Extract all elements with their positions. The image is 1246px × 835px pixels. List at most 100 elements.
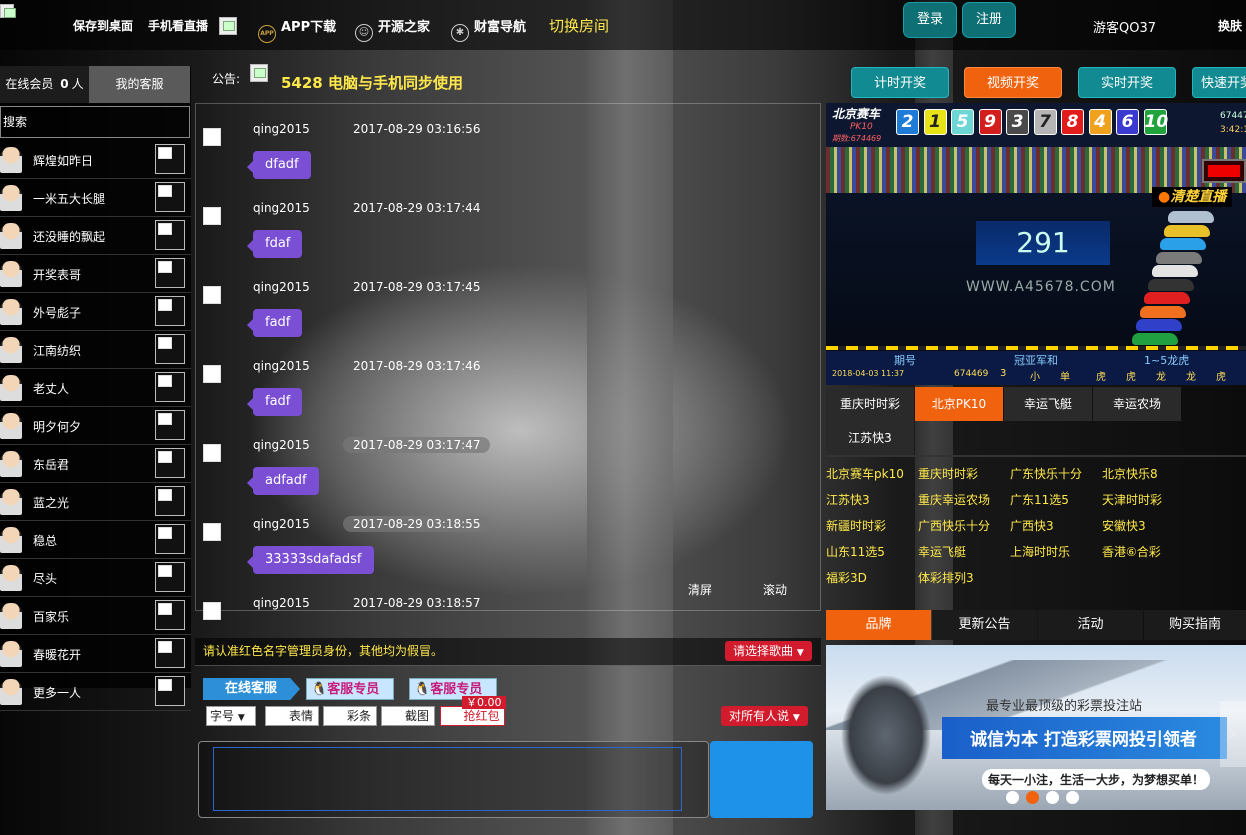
tab-my-service[interactable]: 我的客服 (89, 66, 190, 103)
pk10-logo: 北京赛车 PK10 期数:674469 (832, 107, 882, 143)
chat-message: qing2015 2017-08-29 03:18:55 33333sdafadsf (196, 511, 816, 590)
lottery-link[interactable]: 北京快乐8 (1102, 465, 1158, 482)
source-home-link[interactable]: ☺ 开源之家 (355, 16, 430, 42)
carousel-next-arrow-icon[interactable]: › (1220, 701, 1246, 767)
member-row[interactable]: 百家乐 (0, 597, 191, 635)
message-user[interactable]: qing2015 (253, 280, 310, 294)
lottery-link[interactable]: 体彩排列3 (918, 569, 974, 586)
promo-banner[interactable]: 最专业最顶级的彩票投注站 诚信为本 打造彩票网投引领者 每天一小注，生活一大步，… (826, 645, 1246, 810)
banner-line-2: 诚信为本 打造彩票网投引领者 (970, 730, 1197, 750)
switch-room-link[interactable]: 切换房间 (549, 15, 609, 36)
member-row[interactable]: 蓝之光 (0, 483, 191, 521)
video-draw-button[interactable]: 视频开奖 (964, 67, 1062, 98)
member-row[interactable]: 开奖表哥 (0, 255, 191, 293)
lottery-link[interactable]: 重庆时时彩 (918, 465, 978, 482)
member-level-image (155, 372, 185, 402)
app-download-link[interactable]: APP APP下载 (258, 16, 336, 43)
clear-screen-button[interactable]: 清屏 (688, 581, 712, 598)
emoji-button[interactable]: 表情 (265, 706, 319, 726)
lottery-link[interactable]: 江苏快3 (826, 491, 870, 508)
member-row[interactable]: 稳总 (0, 521, 191, 559)
tab-bj-pk10[interactable]: 北京PK10 (915, 387, 1003, 421)
countdown-time: 3:42:13 (1220, 125, 1246, 135)
tab-purchase-guide[interactable]: 购买指南 (1144, 610, 1246, 640)
register-button[interactable]: 注册 (962, 2, 1016, 38)
lottery-link[interactable]: 广西快3 (1010, 517, 1054, 534)
mobile-live-link[interactable]: 手机看直播 (148, 17, 208, 34)
tab-lucky-airship[interactable]: 幸运飞艇 (1004, 387, 1092, 421)
member-row[interactable]: 还没睡的飘起 (0, 217, 191, 255)
member-row[interactable]: 更多一人 (0, 673, 191, 711)
message-user[interactable]: qing2015 (253, 359, 310, 373)
lottery-link[interactable]: 天津时时彩 (1102, 491, 1162, 508)
lottery-link[interactable]: 北京赛车pk10 (826, 465, 904, 482)
result-ball: 4 (1088, 109, 1112, 135)
tab-announcements[interactable]: 更新公告 (932, 610, 1037, 640)
member-row[interactable]: 尽头 (0, 559, 191, 597)
lottery-link[interactable]: 福彩3D (826, 569, 867, 586)
lottery-link[interactable]: 新疆时时彩 (826, 517, 886, 534)
carousel-dot[interactable] (1006, 791, 1019, 804)
message-avatar (203, 128, 221, 146)
realtime-draw-button[interactable]: 实时开奖 (1078, 67, 1176, 98)
carousel-dot[interactable] (1066, 791, 1079, 804)
tab-online-members[interactable]: 在线会员 0人 (0, 66, 89, 103)
color-bar-button[interactable]: 彩条 (323, 706, 377, 726)
avatar (0, 451, 22, 477)
member-search[interactable]: 搜索 (0, 106, 190, 138)
lottery-link[interactable]: 山东11选5 (826, 543, 885, 560)
lottery-link[interactable]: 广东11选5 (1010, 491, 1069, 508)
lottery-link[interactable]: 香港⑥合彩 (1102, 543, 1161, 560)
choose-song-select[interactable]: 请选择歌曲 ▼ (725, 641, 812, 661)
member-row[interactable]: 明夕何夕 (0, 407, 191, 445)
member-row[interactable]: 江南纺织 (0, 331, 191, 369)
track-lane (826, 346, 1246, 350)
finance-nav-link[interactable]: ✱ 财富导航 (451, 16, 526, 42)
recipient-select[interactable]: 对所有人说 ▼ (721, 706, 808, 726)
online-service-button[interactable]: 在线客服 (203, 678, 300, 700)
service-agent-1-button[interactable]: 🐧客服专员 (306, 678, 394, 700)
skin-switch-link[interactable]: 换肤 (1218, 17, 1242, 34)
send-button[interactable] (710, 741, 813, 818)
login-button[interactable]: 登录 (903, 2, 957, 38)
chat-area[interactable]: qing2015 2017-08-29 03:16:56 dfadf qing2015… (195, 103, 821, 620)
avatar (0, 375, 22, 401)
message-time: 2017-08-29 03:17:45 (353, 280, 481, 294)
lottery-link[interactable]: 广西快乐十分 (918, 517, 990, 534)
message-user[interactable]: qing2015 (253, 201, 310, 215)
tab-js-k3[interactable]: 江苏快3 (826, 421, 914, 455)
message-user[interactable]: qing2015 (253, 438, 310, 452)
member-row[interactable]: 辉煌如昨日 (0, 141, 191, 179)
screenshot-button[interactable]: 截图 (381, 706, 435, 726)
draw-info-bar: 期号 冠亚军和 1~5龙虎 2018-04-03 11:37 674469 3 … (826, 351, 1246, 385)
tab-cq-ssc[interactable]: 重庆时时彩 (826, 387, 914, 421)
carousel-dot-active[interactable] (1026, 791, 1039, 804)
carousel-dot[interactable] (1046, 791, 1059, 804)
lottery-link[interactable]: 幸运飞艇 (918, 543, 966, 560)
race-car (1168, 211, 1214, 223)
scroll-toggle-button[interactable]: 滚动 (763, 581, 787, 598)
lottery-link[interactable]: 安徽快3 (1102, 517, 1146, 534)
tab-brand[interactable]: 品牌 (826, 610, 931, 640)
member-row[interactable]: 老丈人 (0, 369, 191, 407)
qr-code-icon[interactable] (219, 17, 237, 35)
lottery-link[interactable]: 广东快乐十分 (1010, 465, 1082, 482)
timed-draw-button[interactable]: 计时开奖 (851, 67, 949, 98)
red-packet-button[interactable]: 抢红包 (440, 706, 505, 726)
save-desktop-link[interactable]: 保存到桌面 (73, 17, 133, 34)
fast-draw-button[interactable]: 快速开奖 (1192, 67, 1246, 98)
message-avatar (203, 523, 221, 541)
message-user[interactable]: qing2015 (253, 517, 310, 531)
member-row[interactable]: 东岳君 (0, 445, 191, 483)
lottery-link[interactable]: 上海时时乐 (1010, 543, 1070, 560)
message-user[interactable]: qing2015 (253, 122, 310, 136)
lottery-link[interactable]: 重庆幸运农场 (918, 491, 990, 508)
member-row[interactable]: 外号彪子 (0, 293, 191, 331)
message-input[interactable] (213, 747, 682, 811)
member-row[interactable]: 一米五大长腿 (0, 179, 191, 217)
tab-activities[interactable]: 活动 (1038, 610, 1143, 640)
message-user[interactable]: qing2015 (253, 596, 310, 610)
font-size-select[interactable]: 字号 ▼ (206, 706, 256, 726)
tab-lucky-farm[interactable]: 幸运农场 (1093, 387, 1181, 421)
member-row[interactable]: 春暖花开 (0, 635, 191, 673)
